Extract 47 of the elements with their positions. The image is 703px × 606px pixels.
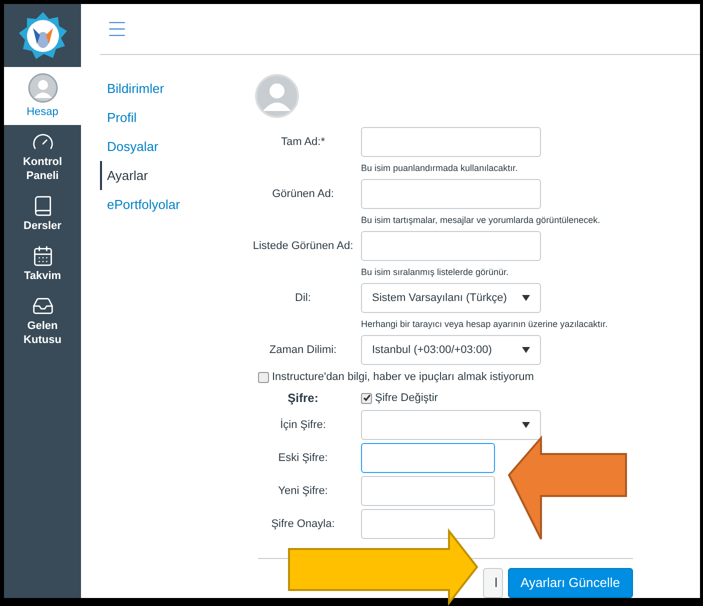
avatar-icon — [255, 74, 299, 118]
sidebar-item[interactable]: Dersler — [4, 189, 81, 239]
select-field[interactable]: Sistem Varsayılanı (Türkçe) — [361, 283, 541, 313]
sidebar-item[interactable]: Kontrol Paneli — [4, 125, 81, 189]
field-hint: Bu isim tartışmalar, mesajlar ve yorumlarda görüntülenecek. — [361, 215, 602, 225]
field-label: Tam Ad:* — [280, 134, 326, 150]
field-label: Dil: — [294, 290, 312, 306]
input-field[interactable] — [361, 127, 541, 157]
sidebar-item[interactable]: Gelen Kutusu — [4, 289, 81, 353]
nav-link[interactable]: Profil — [100, 103, 245, 132]
password-heading: Şifre: — [286, 390, 320, 407]
input-field[interactable] — [361, 179, 541, 209]
input-field[interactable] — [361, 509, 495, 539]
cancel-button[interactable]: l — [482, 568, 503, 598]
dropdown-caret-icon — [522, 295, 530, 301]
input-field[interactable] — [361, 231, 541, 261]
update-settings-button[interactable]: Ayarları Güncelle — [508, 568, 633, 598]
field-label: Şifre Onayla: — [270, 516, 336, 532]
dropdown-caret-icon — [522, 422, 530, 428]
sidebar-item[interactable]: Takvim — [4, 239, 81, 289]
field-hint: Bu isim puanlandırmada kullanılacaktır. — [361, 163, 519, 173]
checkbox-label: Instructure'dan bilgi, haber ve ipuçları almak istiyorum — [272, 370, 534, 385]
dropdown-caret-icon — [522, 347, 530, 353]
calendar-icon — [32, 245, 54, 267]
checkbox[interactable] — [361, 392, 372, 404]
select-field[interactable] — [361, 410, 541, 440]
inbox-icon — [32, 295, 54, 317]
field-label: Yeni Şifre: — [277, 484, 329, 499]
nav-link[interactable]: Ayarlar — [100, 161, 245, 190]
field-label: Listede Görünen Ad: — [252, 238, 354, 254]
field-label: Zaman Dilimi: — [268, 342, 338, 358]
field-label: Eski Şifre: — [277, 450, 329, 466]
nav-link[interactable]: Bildirimler — [100, 74, 245, 103]
avatar-icon — [28, 73, 58, 103]
nav-link[interactable]: ePortfolyolar — [100, 190, 245, 219]
checkbox-label: Şifre Değiştir — [375, 390, 438, 406]
select-field[interactable]: Istanbul (+03:00/+03:00) — [361, 335, 541, 365]
logo-icon — [18, 10, 68, 60]
nav-link[interactable]: Dosyalar — [100, 132, 245, 161]
field-hint: Herhangi bir tarayıcı veya hesap ayarının üzerine yazılacaktır. — [361, 319, 609, 329]
checkbox[interactable] — [258, 372, 269, 382]
input-field[interactable] — [361, 443, 495, 473]
sidebar-item[interactable]: Hesap — [4, 67, 81, 125]
field-label: İçin Şifre: — [279, 418, 327, 433]
field-hint: Bu isim sıralanmış listelerde görünür. — [361, 267, 510, 277]
input-field[interactable] — [361, 476, 495, 506]
field-label: Görünen Ad: — [271, 186, 335, 202]
